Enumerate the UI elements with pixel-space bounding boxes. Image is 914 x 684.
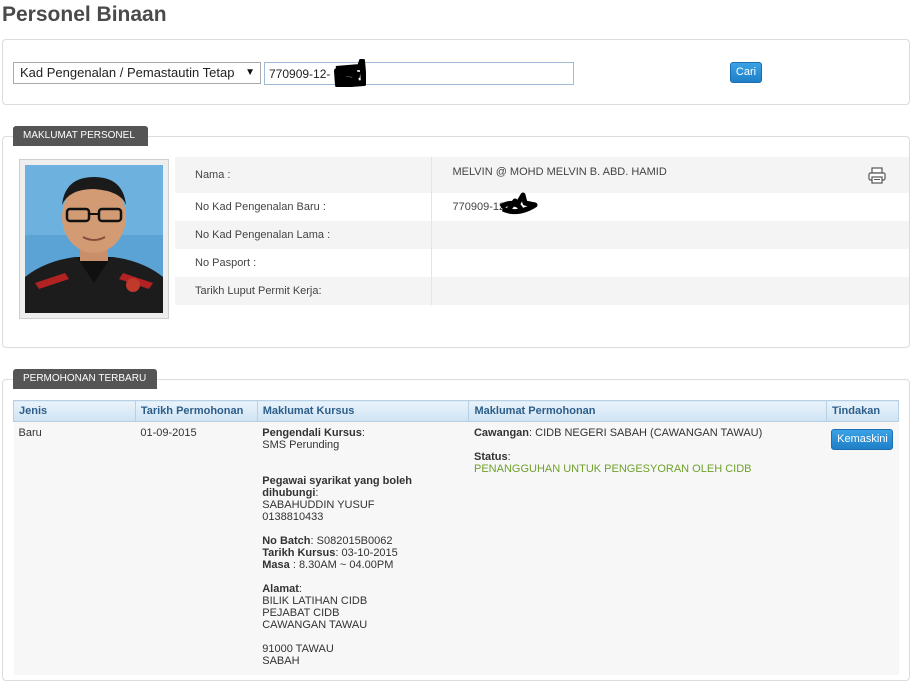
pegawai-name: SABAHUDDIN YUSUF — [262, 499, 375, 511]
info-label: No Kad Pengenalan Lama : — [175, 221, 432, 249]
masa-value: 8.30AM ~ 04.00PM — [298, 559, 394, 571]
column-header-kursus: Maklumat Kursus — [256, 400, 470, 422]
id-number-input[interactable] — [264, 62, 574, 85]
alamat-label: Alamat — [262, 583, 299, 595]
info-row-permit: Tarikh Luput Permit Kerja: — [175, 277, 909, 305]
info-row-pasport: No Pasport : — [175, 249, 909, 277]
permohonan-table: Jenis Tarikh Permohonan Maklumat Kursus … — [13, 400, 900, 675]
pengendali-label: Pengendali Kursus — [262, 427, 362, 439]
section-tab-permohonan: PERMOHONAN TERBARU — [13, 369, 157, 389]
pengendali-value: SMS Perunding — [262, 439, 340, 451]
info-label: No Pasport : — [175, 249, 432, 277]
alamat-line: PEJABAT CIDB — [262, 607, 340, 619]
alamat-line: 91000 TAWAU — [262, 643, 334, 655]
info-value-ic-lama — [431, 221, 909, 249]
cell-kursus: Pengendali Kursus: SMS Perunding Pegawai… — [257, 421, 469, 675]
column-header-tindakan: Tindakan — [825, 400, 900, 422]
cell-jenis: Baru — [13, 421, 136, 675]
id-type-selected-label: Kad Pengenalan / Pemastautin Tetap — [20, 65, 235, 80]
batch-label: No Batch — [262, 535, 311, 547]
printer-icon[interactable] — [868, 167, 886, 184]
info-row-nama: Nama : MELVIN @ MOHD MELVIN B. ABD. HAMI… — [175, 157, 909, 193]
avatar — [25, 165, 163, 313]
cawangan-label: Cawangan — [473, 427, 529, 439]
tarikh-kursus-label: Tarikh Kursus — [262, 547, 336, 559]
column-header-permohonan: Maklumat Permohonan — [468, 400, 827, 422]
batch-value: S082015B0062 — [316, 535, 393, 547]
info-label: No Kad Pengenalan Baru : — [175, 193, 432, 221]
personel-photo — [19, 159, 169, 319]
table-row: Baru 01-09-2015 Pengendali Kursus: SMS P… — [13, 421, 899, 675]
id-type-select[interactable]: Kad Pengenalan / Pemastautin Tetap ▼ — [13, 62, 261, 84]
cell-tarikh: 01-09-2015 — [135, 421, 258, 675]
alamat-line: CAWANGAN TAWAU — [262, 619, 368, 631]
tarikh-kursus-value: 03-10-2015 — [341, 547, 398, 559]
cawangan-value: CIDB NEGERI SABAH (CAWANGAN TAWAU) — [535, 427, 763, 439]
alamat-line: SABAH — [262, 655, 300, 667]
info-value-permit — [431, 277, 909, 305]
info-value-pasport — [431, 249, 909, 277]
info-value-nama: MELVIN @ MOHD MELVIN B. ABD. HAMID — [431, 157, 909, 193]
dropdown-arrow-icon: ▼ — [245, 67, 255, 78]
redaction-scribble — [499, 192, 538, 215]
redaction-scribble — [334, 59, 366, 87]
pegawai-phone: 0138810433 — [262, 511, 324, 523]
masa-label: Masa — [262, 559, 290, 571]
search-button[interactable]: Cari — [730, 62, 762, 83]
page-title: Personel Binaan — [2, 3, 167, 26]
column-header-tarikh: Tarikh Permohonan — [134, 400, 258, 422]
cell-permohonan: Cawangan: CIDB NEGERI SABAH (CAWANGAN TA… — [468, 421, 827, 675]
info-row-ic-lama: No Kad Pengenalan Lama : — [175, 221, 909, 249]
section-tab-personel: MAKLUMAT PERSONEL — [13, 126, 148, 146]
info-row-ic-baru: No Kad Pengenalan Baru : 770909-12 — [175, 193, 909, 221]
column-header-jenis: Jenis — [13, 400, 136, 422]
pegawai-label: Pegawai syarikat yang boleh dihubungi — [262, 475, 413, 499]
kemaskini-button[interactable]: Kemaskini — [831, 429, 894, 450]
table-header-row: Jenis Tarikh Permohonan Maklumat Kursus … — [13, 400, 900, 422]
status-badge: PENANGGUHAN UNTUK PENGESYORAN OLEH CIDB — [473, 463, 752, 475]
personel-info-table: Nama : MELVIN @ MOHD MELVIN B. ABD. HAMI… — [175, 157, 909, 305]
info-label: Tarikh Luput Permit Kerja: — [175, 277, 432, 305]
alamat-line: BILIK LATIHAN CIDB — [262, 595, 368, 607]
cell-tindakan: Kemaskini — [826, 421, 899, 675]
info-label: Nama : — [175, 157, 432, 193]
status-label: Status — [473, 451, 508, 463]
